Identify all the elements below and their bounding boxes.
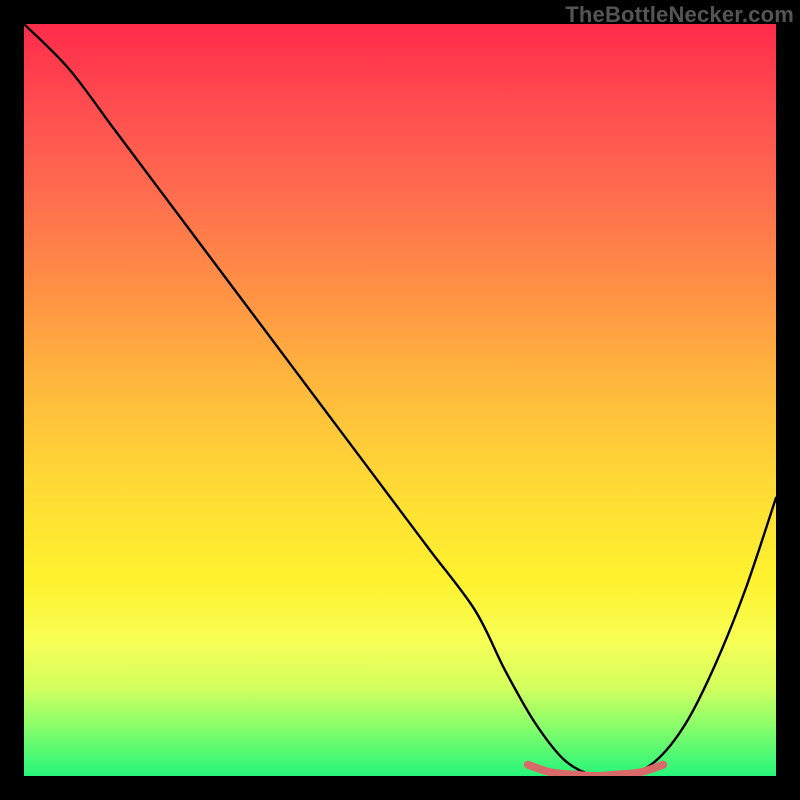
chart-frame bbox=[24, 24, 776, 776]
plot-area bbox=[24, 24, 776, 776]
bottleneck-highlight-path bbox=[528, 765, 663, 776]
chart-svg bbox=[24, 24, 776, 776]
watermark-text: TheBottleNecker.com bbox=[565, 2, 794, 28]
bottleneck-curve-path bbox=[24, 24, 776, 776]
